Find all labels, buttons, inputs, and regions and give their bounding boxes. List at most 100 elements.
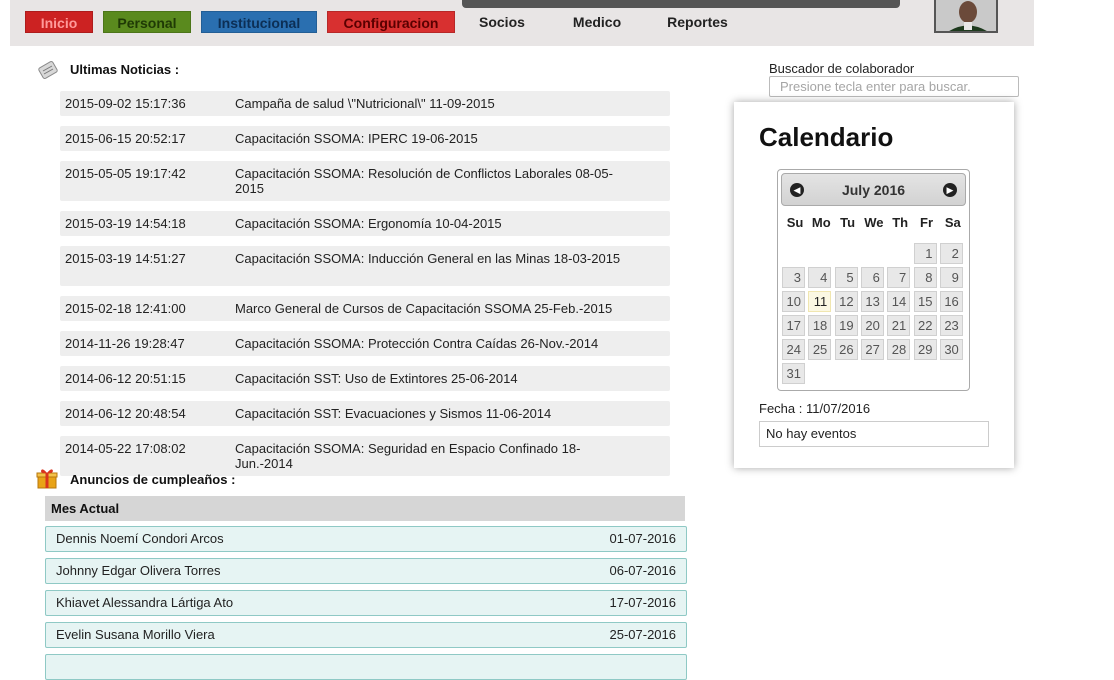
calendar-day[interactable]: 2 [939, 243, 963, 264]
birthday-name: Evelin Susana Morillo Viera [56, 627, 215, 642]
news-title-link[interactable]: Marco General de Cursos de Capacitación … [235, 301, 630, 316]
birthday-row: Dennis Noemí Condori Arcos 01-07-2016 [45, 526, 687, 552]
news-title-link[interactable]: Capacitación SST: Uso de Extintores 25-0… [235, 371, 630, 386]
top-navigation: Inicio Personal Institucional Configuracion… [25, 11, 728, 33]
news-date: 2014-06-12 20:48:54 [65, 406, 186, 421]
news-title-link[interactable]: Capacitación SSOMA: Ergonomía 10-04-2015 [235, 216, 630, 231]
calendar-day[interactable]: 6 [860, 267, 884, 288]
calendar-day[interactable]: 26 [834, 339, 858, 360]
birthday-row: Johnny Edgar Olivera Torres 06-07-2016 [45, 558, 687, 584]
calendar-day[interactable]: 27 [860, 339, 884, 360]
birthday-date: 01-07-2016 [609, 531, 677, 546]
selected-date-value: 11/07/2016 [805, 401, 871, 416]
news-item[interactable]: 2015-06-15 20:52:17 Capacitación SSOMA: I… [60, 126, 670, 151]
calendar-day[interactable]: 23 [939, 315, 963, 336]
nav-reportes-link[interactable]: Reportes [667, 11, 728, 33]
birthday-name: Khiavet Alessandra Lártiga Ato [56, 595, 234, 610]
news-date: 2015-02-18 12:41:00 [65, 301, 186, 316]
birthday-date: 25-07-2016 [609, 627, 677, 642]
news-date: 2015-03-19 14:51:27 [65, 251, 186, 266]
news-item[interactable]: 2015-02-18 12:41:00 Marco General de Curs… [60, 296, 670, 321]
news-title-link[interactable]: Capacitación SSOMA: Seguridad en Espacio… [235, 441, 630, 471]
calendar-day[interactable]: 25 [808, 339, 832, 360]
birthday-row: Khiavet Alessandra Lártiga Ato 17-07-2016 [45, 590, 687, 616]
weekday-header: Tu [840, 215, 856, 230]
birthday-name: Johnny Edgar Olivera Torres [56, 563, 221, 578]
collaborator-search-input[interactable] [769, 76, 1019, 97]
weekday-header: Th [892, 215, 909, 230]
calendar-day[interactable]: 5 [834, 267, 858, 288]
events-box: No hay eventos [759, 421, 989, 447]
calendar-day[interactable]: 8 [913, 267, 937, 288]
news-item[interactable]: 2014-11-26 19:28:47 Capacitación SSOMA: P… [60, 331, 670, 356]
calendar-day[interactable]: 16 [939, 291, 963, 312]
birthday-row [45, 654, 687, 680]
news-date: 2015-09-02 15:17:36 [65, 96, 186, 111]
news-item[interactable]: 2015-03-19 14:51:27 Capacitación SSOMA: I… [60, 246, 670, 286]
nav-medico-link[interactable]: Medico [573, 11, 621, 33]
header-bar [462, 0, 900, 8]
news-item[interactable]: 2014-05-22 17:08:02 Capacitación SSOMA: S… [60, 436, 670, 476]
calendar-day[interactable]: 18 [808, 315, 832, 336]
calendar-day[interactable]: 15 [913, 291, 937, 312]
news-date: 2015-06-15 20:52:17 [65, 131, 186, 146]
search-label: Buscador de colaborador [769, 61, 915, 76]
weekday-header: Mo [811, 215, 831, 230]
calendar-day[interactable]: 3 [782, 267, 805, 288]
news-item[interactable]: 2015-03-19 14:54:18 Capacitación SSOMA: E… [60, 211, 670, 236]
birthdays-section-title: Anuncios de cumpleaños : [70, 472, 236, 487]
birthdays-month-header: Mes Actual [45, 496, 685, 521]
weekday-header: Fr [920, 215, 933, 230]
news-date: 2014-05-22 17:08:02 [65, 441, 186, 456]
news-icon [38, 61, 58, 79]
calendar-day[interactable]: 22 [913, 315, 937, 336]
calendar-day[interactable]: 14 [887, 291, 911, 312]
calendar-day[interactable]: 30 [939, 339, 963, 360]
calendar-day[interactable]: 12 [834, 291, 858, 312]
calendar-day[interactable]: 24 [782, 339, 805, 360]
user-avatar[interactable] [934, 0, 998, 33]
nav-configuracion-button[interactable]: Configuracion [327, 11, 455, 33]
news-title-link[interactable]: Campaña de salud \"Nutricional\" 11-09-2… [235, 96, 630, 111]
weekday-header: Su [786, 215, 804, 230]
news-title-link[interactable]: Capacitación SSOMA: Resolución de Confli… [235, 166, 630, 196]
calendar-day[interactable]: 19 [834, 315, 858, 336]
calendar-day[interactable]: 17 [782, 315, 805, 336]
next-month-icon[interactable]: ▶ [943, 183, 957, 197]
weekday-header: Sa [944, 215, 961, 230]
birthday-date: 06-07-2016 [609, 563, 677, 578]
news-title-link[interactable]: Capacitación SSOMA: Inducción General en… [235, 251, 630, 266]
nav-institucional-button[interactable]: Institucional [201, 11, 317, 33]
news-date: 2015-05-05 19:17:42 [65, 166, 186, 181]
calendar-day[interactable]: 20 [860, 315, 884, 336]
calendar-day[interactable]: 13 [860, 291, 884, 312]
news-item[interactable]: 2015-09-02 15:17:36 Campaña de salud \"Nu… [60, 91, 670, 116]
calendar-day[interactable]: 29 [913, 339, 937, 360]
news-date: 2014-06-12 20:51:15 [65, 371, 186, 386]
weekday-header: We [864, 215, 884, 230]
calendar-day[interactable]: 1 [913, 243, 937, 264]
nav-inicio-button[interactable]: Inicio [25, 11, 93, 33]
calendar-day[interactable]: 21 [887, 315, 911, 336]
calendar-day[interactable]: 4 [808, 267, 832, 288]
news-item[interactable]: 2015-05-05 19:17:42 Capacitación SSOMA: R… [60, 161, 670, 201]
calendar-day[interactable]: 11 [808, 291, 832, 312]
calendar-day[interactable]: 7 [887, 267, 911, 288]
avatar-photo-icon [936, 0, 996, 31]
calendar-day[interactable]: 31 [782, 363, 805, 384]
calendar-day[interactable]: 28 [887, 339, 911, 360]
news-item[interactable]: 2014-06-12 20:51:15 Capacitación SST: Uso… [60, 366, 670, 391]
nav-socios-link[interactable]: Socios [479, 11, 525, 33]
calendar-day[interactable]: 9 [939, 267, 963, 288]
news-title-link[interactable]: Capacitación SST: Evacuaciones y Sismos … [235, 406, 630, 421]
news-title-link[interactable]: Capacitación SSOMA: IPERC 19-06-2015 [235, 131, 630, 146]
gift-icon [36, 469, 58, 489]
news-title-link[interactable]: Capacitación SSOMA: Protección Contra Ca… [235, 336, 630, 351]
news-item[interactable]: 2014-06-12 20:48:54 Capacitación SST: Eva… [60, 401, 670, 426]
datepicker-month-label: July 2016 [841, 182, 906, 198]
nav-personal-button[interactable]: Personal [103, 11, 191, 33]
birthday-row: Evelin Susana Morillo Viera 25-07-2016 [45, 622, 687, 648]
calendar-day[interactable]: 10 [782, 291, 805, 312]
birthday-date: 17-07-2016 [609, 595, 677, 610]
calendar-title: Calendario [759, 122, 894, 152]
